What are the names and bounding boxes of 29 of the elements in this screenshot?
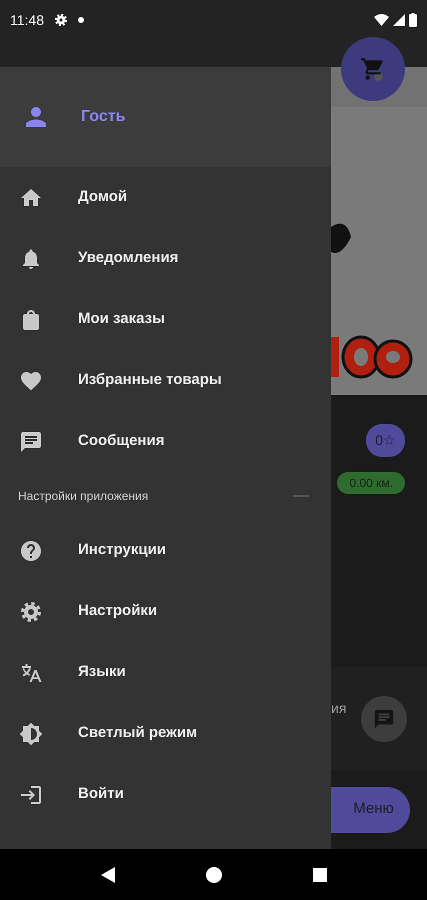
distance-pill: 0.00 км. <box>337 472 405 494</box>
chat-icon <box>19 430 43 454</box>
rating-pill: 0☆ <box>366 424 405 457</box>
home-icon[interactable] <box>204 866 222 884</box>
drawer-item[interactable]: Настройки <box>0 581 331 642</box>
drawer-item[interactable]: Светлый режим <box>0 703 331 764</box>
drawer-item[interactable]: Домой <box>0 167 331 228</box>
user-name: Гость <box>81 107 126 127</box>
message-icon <box>373 708 395 730</box>
settings-icon <box>19 600 43 624</box>
dot-icon <box>78 17 84 23</box>
partial-label: ия <box>331 699 346 718</box>
drawer-item[interactable]: Избранные товары <box>0 350 331 411</box>
drawer-item[interactable]: Мои заказы <box>0 289 331 350</box>
drawer-item[interactable]: Языки <box>0 642 331 703</box>
drawer-item[interactable]: Сообщения <box>0 411 331 472</box>
status-time: 11:48 <box>10 10 44 30</box>
back-icon[interactable] <box>100 866 116 884</box>
settings-icon <box>54 13 68 27</box>
recents-icon[interactable] <box>312 866 328 882</box>
drawer-item[interactable]: Войти <box>0 764 331 825</box>
signal-icon <box>393 14 405 26</box>
brightness-icon <box>19 722 43 746</box>
section-title: Настройки приложения <box>18 488 148 505</box>
help-icon <box>19 538 43 562</box>
drawer-item[interactable]: Уведомления <box>0 228 331 289</box>
drawer-item[interactable]: Инструкции <box>0 520 331 581</box>
wifi-icon <box>374 14 389 26</box>
battery-icon <box>409 13 417 27</box>
